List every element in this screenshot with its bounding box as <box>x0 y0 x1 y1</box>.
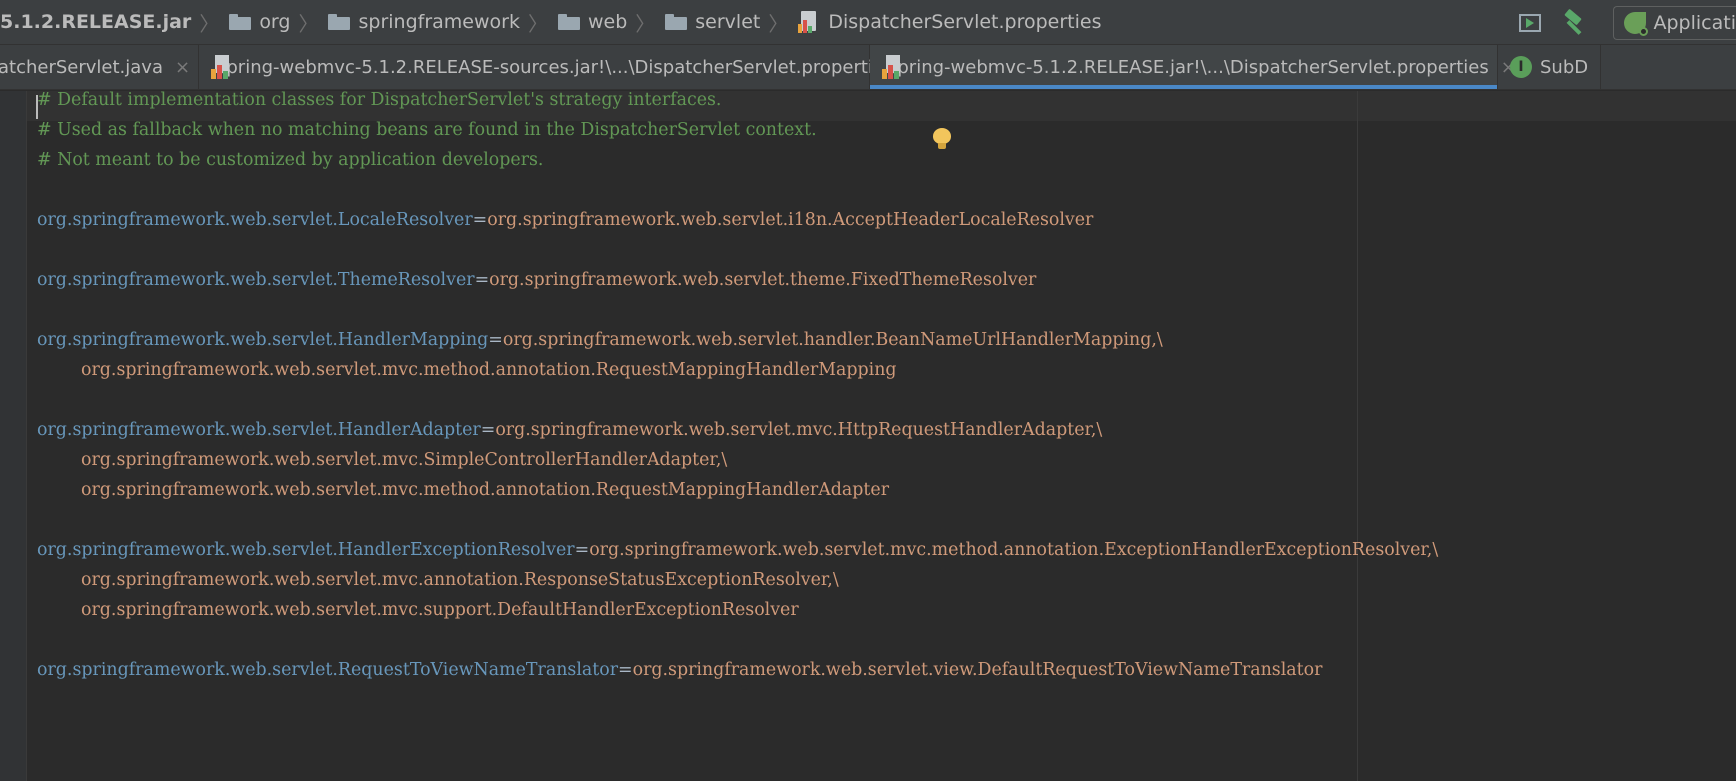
property-value: org.springframework.web.servlet.view.Def… <box>632 660 1323 680</box>
folder-icon <box>229 14 252 30</box>
property-entry-line: org.springframework.web.servlet.ThemeRes… <box>37 265 1036 295</box>
comment-text: # Used as fallback when no matching bean… <box>37 120 817 140</box>
property-key-class: HandlerExceptionResolver <box>337 540 575 560</box>
editor-gutter[interactable] <box>0 91 27 781</box>
property-separator: = <box>474 270 490 290</box>
property-value: org.springframework.web.servlet.mvc.anno… <box>81 570 839 590</box>
property-entry-line: org.springframework.web.servlet.HandlerE… <box>37 535 1438 565</box>
folder-icon <box>557 14 580 30</box>
property-separator: = <box>472 210 488 230</box>
breadcrumb-web[interactable]: web <box>554 0 631 45</box>
run-configuration-label: Applicati <box>1653 11 1736 34</box>
property-key-class: HandlerMapping <box>337 330 489 350</box>
folder-icon <box>665 14 688 30</box>
breadcrumb-properties-file[interactable]: DispatcherServlet.properties <box>794 0 1105 45</box>
breadcrumb-label: springframework <box>358 11 520 33</box>
breadcrumb-label: org <box>259 11 291 33</box>
property-value: org.springframework.web.servlet.mvc.meth… <box>81 360 897 380</box>
property-continuation-line: org.springframework.web.servlet.mvc.meth… <box>81 475 889 505</box>
properties-file-icon <box>798 11 818 33</box>
property-continuation-line: org.springframework.web.servlet.mvc.supp… <box>81 595 799 625</box>
property-value: org.springframework.web.servlet.mvc.Http… <box>495 420 1103 440</box>
tab-label: spring-webmvc-5.1.2.RELEASE.jar!\...\Dis… <box>888 56 1489 78</box>
right-margin-guide <box>1357 91 1358 781</box>
property-value: org.springframework.web.servlet.handler.… <box>502 330 1163 350</box>
comment-line: # Used as fallback when no matching bean… <box>37 115 817 145</box>
breadcrumb-label: 5.1.2.RELEASE.jar <box>0 11 192 33</box>
property-continuation-line: org.springframework.web.servlet.mvc.Simp… <box>81 445 727 475</box>
property-value: org.springframework.web.servlet.mvc.meth… <box>81 480 890 500</box>
property-value: org.springframework.web.servlet.i18n.Acc… <box>487 210 1094 230</box>
tab-label: spring-webmvc-5.1.2.RELEASE-sources.jar!… <box>217 56 894 78</box>
property-value: org.springframework.web.servlet.mvc.Simp… <box>81 450 728 470</box>
close-icon[interactable]: × <box>175 57 190 78</box>
property-separator: = <box>618 660 633 680</box>
property-key-prefix: org.springframework.web.servlet. <box>37 660 338 680</box>
breadcrumb-label: servlet <box>695 11 761 33</box>
breadcrumb-label: web <box>587 11 628 33</box>
spring-boot-icon <box>1623 11 1648 36</box>
chevron-right-icon: 〉 <box>768 11 789 36</box>
property-key-prefix: org.springframework.web.servlet. <box>37 540 338 560</box>
breadcrumb-label: DispatcherServlet.properties <box>828 11 1102 33</box>
comment-text: # Not meant to be customized by applicat… <box>37 150 544 170</box>
property-continuation-line: org.springframework.web.servlet.mvc.meth… <box>81 355 897 385</box>
property-value: org.springframework.web.servlet.theme.Fi… <box>489 270 1037 290</box>
tab-label: SubD <box>1540 56 1589 78</box>
property-key-class: HandlerAdapter <box>337 420 481 440</box>
property-entry-line: org.springframework.web.servlet.HandlerA… <box>37 415 1102 445</box>
breadcrumb-servlet[interactable]: servlet <box>661 0 764 45</box>
build-hammer-icon[interactable] <box>1561 8 1587 36</box>
property-key-class: LocaleResolver <box>337 210 473 230</box>
chevron-right-icon: 〉 <box>298 11 319 36</box>
folder-icon <box>328 14 351 30</box>
run-configuration-selector[interactable]: Applicati <box>1612 5 1736 40</box>
tab-jar-properties-active[interactable]: spring-webmvc-5.1.2.RELEASE.jar!\...\Dis… <box>870 45 1516 89</box>
property-separator: = <box>488 330 503 350</box>
code-editor[interactable]: # Default implementation classes for Dis… <box>0 90 1736 781</box>
property-key-prefix: org.springframework.web.servlet. <box>37 270 338 290</box>
property-continuation-line: org.springframework.web.servlet.mvc.anno… <box>81 565 839 595</box>
tab-dispatcherservlet-java[interactable]: atcherServlet.java × <box>0 45 199 89</box>
property-value: org.springframework.web.servlet.mvc.supp… <box>81 600 799 620</box>
intention-bulb-icon[interactable] <box>933 128 951 150</box>
property-key-class: ThemeResolver <box>337 270 475 290</box>
navigation-bar: 5.1.2.RELEASE.jar 〉 org 〉 springframewor… <box>0 0 1736 45</box>
breadcrumb-springframework[interactable]: springframework <box>324 0 523 45</box>
property-key-prefix: org.springframework.web.servlet. <box>37 330 338 350</box>
property-key-prefix: org.springframework.web.servlet. <box>37 420 338 440</box>
breadcrumb-jar[interactable]: 5.1.2.RELEASE.jar <box>0 0 195 45</box>
comment-text: # Default implementation classes for Dis… <box>37 90 722 110</box>
editor-tab-bar: atcherServlet.java × spring-webmvc-5.1.2… <box>0 45 1736 90</box>
property-separator: = <box>480 420 496 440</box>
breadcrumb-org[interactable]: org <box>225 0 294 45</box>
chevron-right-icon: 〉 <box>527 11 548 36</box>
property-separator: = <box>574 540 590 560</box>
property-entry-line: org.springframework.web.servlet.HandlerM… <box>37 325 1163 355</box>
run-console-icon[interactable] <box>1518 13 1541 32</box>
comment-line: # Not meant to be customized by applicat… <box>37 145 543 175</box>
property-entry-line: org.springframework.web.servlet.LocaleRe… <box>37 205 1093 235</box>
tab-subd[interactable]: I SubD <box>1498 45 1602 89</box>
property-key-class: RequestToViewNameTranslator <box>337 660 619 680</box>
property-key-prefix: org.springframework.web.servlet. <box>37 210 338 230</box>
tab-sources-jar-properties[interactable]: spring-webmvc-5.1.2.RELEASE-sources.jar!… <box>199 45 920 89</box>
chevron-right-icon: 〉 <box>635 11 656 36</box>
toolbar-right: Applicati <box>1518 0 1736 45</box>
chevron-right-icon: 〉 <box>199 11 220 36</box>
interface-icon: I <box>1510 56 1532 78</box>
property-value: org.springframework.web.servlet.mvc.meth… <box>589 540 1439 560</box>
comment-line: # Default implementation classes for Dis… <box>37 85 721 115</box>
property-entry-line: org.springframework.web.servlet.RequestT… <box>37 655 1322 685</box>
tab-label: atcherServlet.java <box>0 56 163 78</box>
